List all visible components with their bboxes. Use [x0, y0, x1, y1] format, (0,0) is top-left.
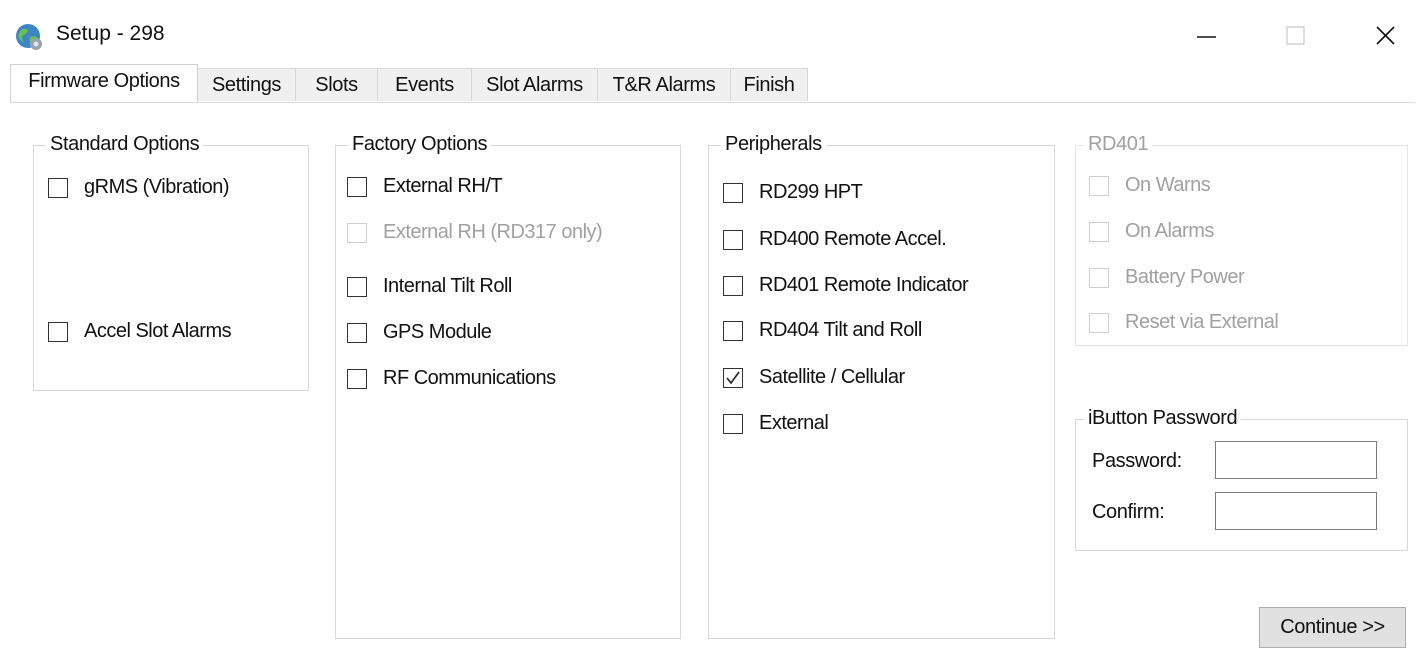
tab-slot-alarms[interactable]: Slot Alarms	[471, 68, 598, 101]
ibutton-password-group: iButton Password Password: Confirm:	[1075, 407, 1408, 551]
password-label: Password:	[1092, 450, 1182, 472]
tab-label: Finish	[743, 74, 795, 96]
checkbox-label: RD401 Remote Indicator	[759, 274, 969, 296]
checkbox-label: gRMS (Vibration)	[84, 176, 230, 198]
group-title: iButton Password	[1084, 407, 1242, 430]
tab-label: Slot Alarms	[486, 74, 583, 96]
tab-finish[interactable]: Finish	[730, 68, 808, 101]
checkbox-label: External	[759, 412, 829, 434]
checkbox-label: External RH (RD317 only)	[383, 221, 603, 243]
minimize-button[interactable]	[1178, 18, 1234, 54]
checkbox-box[interactable]	[347, 277, 367, 297]
title-bar: Setup - 298	[0, 0, 1419, 64]
checkbox-label: On Alarms	[1125, 220, 1214, 242]
checkbox-box[interactable]	[347, 323, 367, 343]
peripherals-group: Peripherals RD299 HPT RD400 Remote Accel…	[708, 133, 1055, 639]
maximize-icon	[1286, 26, 1305, 45]
tab-label: Slots	[315, 74, 358, 96]
standard-options-group: Standard Options gRMS (Vibration) Accel …	[33, 133, 309, 391]
tab-strip: Firmware Options Settings Slots Events S…	[10, 64, 1415, 103]
checkbox-box[interactable]	[723, 230, 743, 250]
window-title: Setup - 298	[56, 22, 165, 45]
checkbox-box[interactable]	[723, 321, 743, 341]
checkbox-label: GPS Module	[383, 321, 492, 343]
checkbox-label: On Warns	[1125, 174, 1211, 196]
group-title: Factory Options	[348, 133, 492, 156]
checkbox-box[interactable]	[723, 414, 743, 434]
app-globe-icon	[14, 22, 44, 52]
close-icon	[1376, 26, 1395, 45]
tab-settings[interactable]: Settings	[197, 68, 296, 101]
checkbox-label: Battery Power	[1125, 266, 1245, 288]
checkbox-label: RF Communications	[383, 367, 556, 389]
checkbox-box[interactable]	[723, 276, 743, 296]
checkbox-label: RD299 HPT	[759, 181, 863, 203]
check-mark-icon	[726, 371, 740, 385]
tab-firmware-options[interactable]: Firmware Options	[10, 64, 198, 102]
tab-slots[interactable]: Slots	[295, 68, 378, 101]
checkbox-box[interactable]	[723, 183, 743, 203]
checkbox-label: External RH/T	[383, 175, 503, 197]
checkbox-box	[1089, 222, 1109, 242]
group-title: Standard Options	[46, 133, 204, 156]
confirm-input[interactable]	[1215, 492, 1377, 530]
checkbox-label: Satellite / Cellular	[759, 366, 905, 388]
password-input[interactable]	[1215, 441, 1377, 479]
factory-options-group: Factory Options External RH/T External R…	[335, 133, 681, 639]
checkbox-label: Accel Slot Alarms	[84, 320, 232, 342]
checkbox-box[interactable]	[347, 369, 367, 389]
close-button[interactable]	[1357, 18, 1413, 54]
group-title: RD401	[1084, 133, 1153, 156]
rd401-group: RD401 On Warns On Alarms Battery Power R…	[1075, 133, 1408, 346]
checkbox-label: Reset via External	[1125, 311, 1279, 333]
checkbox-box	[347, 223, 367, 243]
checkbox-box[interactable]	[347, 177, 367, 197]
continue-button-label: Continue >>	[1280, 616, 1385, 638]
tab-label: T&R Alarms	[612, 74, 716, 96]
tab-label: Settings	[211, 74, 282, 96]
checkbox-label: Internal Tilt Roll	[383, 275, 512, 297]
checkbox-box[interactable]	[48, 322, 68, 342]
checkbox-box	[1089, 176, 1109, 196]
checkbox-box[interactable]	[48, 178, 68, 198]
group-title: Peripherals	[721, 133, 826, 156]
tab-events[interactable]: Events	[377, 68, 472, 101]
checkbox-box	[1089, 313, 1109, 333]
continue-button[interactable]: Continue >>	[1259, 607, 1406, 648]
checkbox-box[interactable]	[723, 368, 743, 388]
tab-label: Firmware Options	[28, 70, 180, 92]
checkbox-box	[1089, 268, 1109, 288]
maximize-button[interactable]	[1268, 18, 1324, 54]
confirm-label: Confirm:	[1092, 501, 1165, 523]
tab-label: Events	[395, 74, 454, 96]
checkbox-label: RD404 Tilt and Roll	[759, 319, 922, 341]
tab-tr-alarms[interactable]: T&R Alarms	[597, 68, 731, 101]
checkbox-label: RD400 Remote Accel.	[759, 228, 947, 250]
